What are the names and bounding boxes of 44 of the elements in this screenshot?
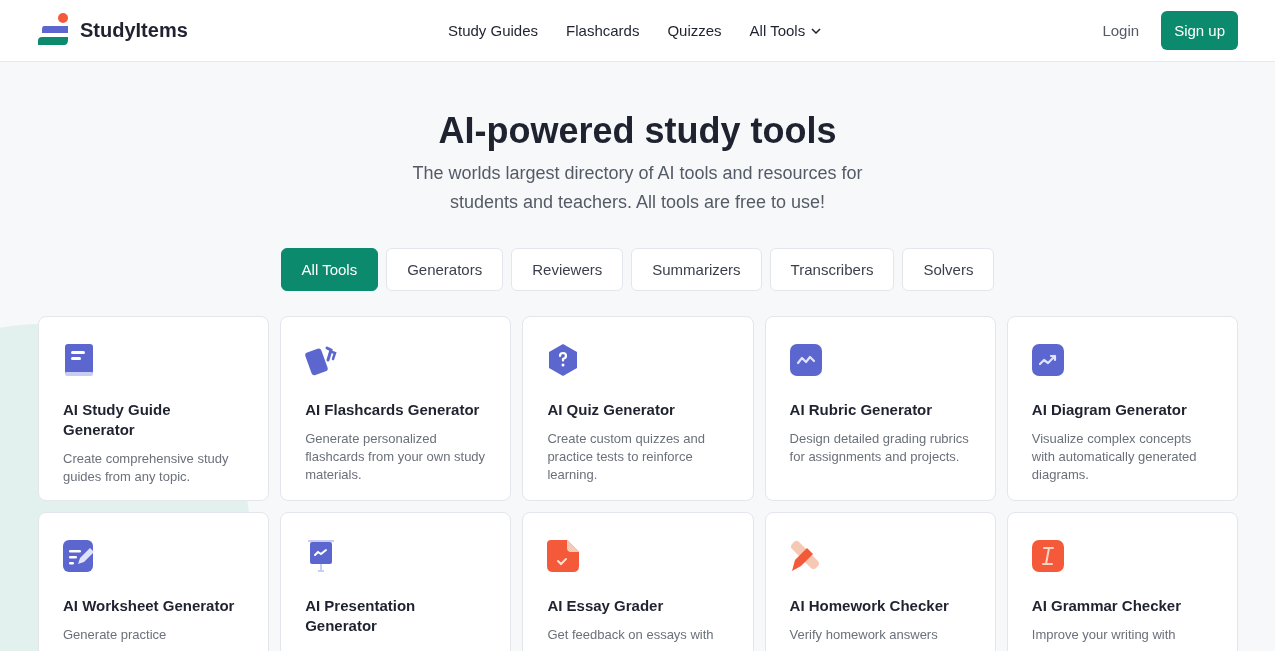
tool-title[interactable]: AI Flashcards Generator bbox=[305, 400, 488, 420]
signup-button[interactable]: Sign up bbox=[1161, 11, 1238, 50]
tool-title[interactable]: AI Worksheet Generator bbox=[63, 596, 246, 616]
tool-description: Verify homework answers bbox=[789, 626, 939, 644]
hero-subtitle: The worlds largest directory of AI tools and resources for students and teachers. All tools are free to use! bbox=[411, 162, 864, 214]
filter-tab[interactable]: Generators bbox=[386, 248, 504, 291]
tool-title[interactable]: AI Presentation Generator bbox=[305, 596, 488, 636]
tool-title[interactable]: AI Essay Grader bbox=[547, 596, 730, 616]
tool-title[interactable]: AI Diagram Generator bbox=[1031, 400, 1214, 420]
tool-card[interactable]: AI Homework Checker Verify homework answers bbox=[764, 512, 996, 651]
tool-card[interactable]: AI Grammar Checker Improve your writing with bbox=[1006, 512, 1238, 651]
tool-card[interactable]: AI Study Guide Generator Create comprehensive study guides from any topic. bbox=[38, 316, 270, 501]
hero-title: AI-powered study tools bbox=[438, 109, 837, 153]
login-link[interactable]: Login bbox=[1102, 22, 1140, 39]
tool-card[interactable]: AI Diagram Generator Visualize complex concepts with automatically generated diagrams. bbox=[1006, 316, 1238, 501]
tool-card[interactable]: AI Rubric Generator Design detailed grading rubrics for assignments and projects. bbox=[764, 316, 996, 501]
tool-title[interactable]: AI Rubric Generator bbox=[789, 400, 972, 420]
tool-card[interactable]: AI Flashcards Generator Generate personalized flashcards from your own study materials. bbox=[280, 316, 512, 501]
nav-link[interactable]: Flashcards bbox=[566, 22, 640, 39]
tool-description: Create custom quizzes and practice tests to reinforce learning. bbox=[547, 430, 706, 484]
tool-card[interactable]: AI Worksheet Generator Generate practice bbox=[38, 512, 270, 651]
tool-description: Create comprehensive study guides from any topic. bbox=[63, 450, 230, 486]
tool-card[interactable]: AI Presentation Generator bbox=[280, 512, 512, 651]
nav-link[interactable]: All Tools bbox=[749, 22, 822, 39]
tool-description: Visualize complex concepts with automatically generated diagrams. bbox=[1031, 430, 1198, 484]
filter-tab[interactable]: Transcribers bbox=[769, 248, 895, 291]
tool-description: Get feedback on essays with bbox=[547, 626, 715, 644]
tool-card[interactable]: AI Essay Grader Get feedback on essays with bbox=[522, 512, 754, 651]
filter-tab[interactable]: Solvers bbox=[902, 248, 995, 291]
tool-title[interactable]: AI Homework Checker bbox=[789, 596, 972, 616]
filter-tab[interactable]: All Tools bbox=[280, 248, 379, 291]
tool-title[interactable]: AI Grammar Checker bbox=[1031, 596, 1214, 616]
brand-name[interactable]: StudyItems bbox=[80, 19, 188, 42]
filter-tab[interactable]: Reviewers bbox=[511, 248, 624, 291]
tool-title[interactable]: AI Study Guide Generator bbox=[63, 400, 246, 440]
tool-description: Improve your writing with bbox=[1031, 626, 1177, 644]
nav-link[interactable]: Quizzes bbox=[667, 22, 722, 39]
filter-tab[interactable]: Summarizers bbox=[631, 248, 762, 291]
tool-description: Design detailed grading rubrics for assignments and projects. bbox=[789, 430, 970, 466]
tool-title[interactable]: AI Quiz Generator bbox=[547, 400, 730, 420]
tool-card[interactable]: AI Quiz Generator Create custom quizzes and practice tests to reinforce learning. bbox=[522, 316, 754, 501]
tool-description: Generate practice bbox=[63, 626, 168, 644]
nav-link[interactable]: Study Guides bbox=[448, 22, 539, 39]
tool-description: Generate personalized flashcards from your own study materials. bbox=[305, 430, 487, 484]
